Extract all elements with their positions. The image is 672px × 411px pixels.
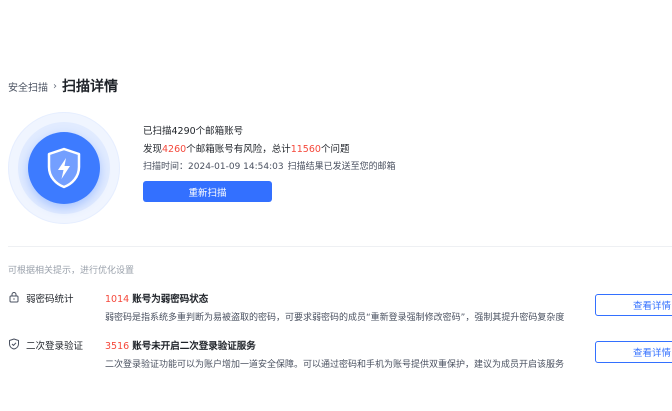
two-factor-title: 账号未开启二次登录验证服务 (132, 341, 256, 352)
scan-time: 2024-01-09 14:54:03 (188, 162, 284, 172)
scan-summary: 已扫描4290个邮箱账号 发现4260个邮箱账号有风险，总计11560个问题 扫… (143, 124, 396, 202)
section-divider (8, 246, 672, 247)
issue-count: 11560 (290, 144, 321, 155)
risky-account-count: 4260 (162, 144, 187, 155)
two-factor-details: 3516 账号未开启二次登录验证服务 二次登录验证功能可以为账户增加一道安全保障。… (105, 338, 564, 370)
two-factor-count: 3516 (105, 341, 130, 352)
weak-password-view-details-button[interactable]: 查看详情 (595, 294, 672, 316)
breadcrumb: 安全扫描 › 扫描详情 (8, 76, 118, 96)
weak-password-row: 弱密码统计 1014 账号为弱密码状态 弱密码是指系统多重判断为易被盗取的密码，可… (8, 289, 672, 323)
breadcrumb-security-scan[interactable]: 安全扫描 (8, 79, 48, 94)
risk-summary-text: 发现4260个邮箱账号有风险，总计11560个问题 (143, 144, 350, 155)
two-factor-label: 二次登录验证 (26, 341, 84, 352)
scan-shield-illustration (8, 112, 120, 224)
shield-lightning-icon (47, 147, 81, 189)
two-factor-description: 二次登录验证功能可以为账户增加一道安全保障。可以通过密码和手机为账号提供双重保护… (105, 360, 565, 370)
shield-badge (28, 132, 100, 204)
weak-password-title: 账号为弱密码状态 (132, 294, 209, 305)
weak-password-description: 弱密码是指系统多重判断为易被盗取的密码，可要求弱密码的成员“重新登录强制修改密码… (105, 313, 565, 323)
scan-result-note: 扫描结果已发送至您的邮箱 (287, 162, 396, 172)
scan-meta-text: 扫描时间：2024-01-09 14:54:03 扫描结果已发送至您的邮箱 (143, 162, 396, 172)
optimization-hint: 可根据相关提示，进行优化设置 (8, 266, 135, 276)
page-title: 扫描详情 (62, 79, 118, 95)
weak-password-label: 弱密码统计 (26, 294, 74, 305)
lock-icon (9, 292, 19, 303)
weak-password-details: 1014 账号为弱密码状态 弱密码是指系统多重判断为易被盗取的密码，可要求弱密码的… (105, 291, 564, 323)
breadcrumb-separator: › (53, 80, 57, 92)
rescan-button[interactable]: 重新扫描 (143, 181, 272, 202)
two-factor-row: 二次登录验证 3516 账号未开启二次登录验证服务 二次登录验证功能可以为账户增加… (8, 336, 672, 370)
scanned-count-text: 已扫描4290个邮箱账号 (143, 126, 244, 137)
weak-password-count: 1014 (105, 294, 130, 305)
two-factor-view-details-button[interactable]: 查看详情 (595, 341, 672, 363)
shield-check-icon (9, 338, 19, 350)
